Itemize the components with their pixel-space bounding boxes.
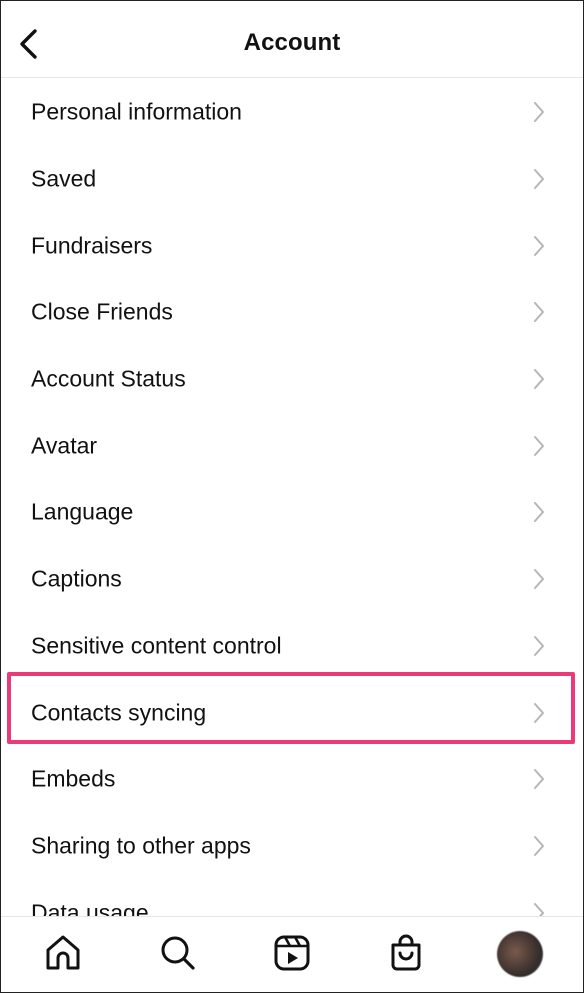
list-item-sharing-to-other-apps[interactable]: Sharing to other apps [1,812,583,879]
chevron-right-icon [534,768,544,789]
list-item-avatar[interactable]: Avatar [1,412,583,479]
list-item-account-status[interactable]: Account Status [1,345,583,412]
chevron-right-icon [534,702,544,723]
list-item-label: Embeds [31,765,116,791]
list-item-captions[interactable]: Captions [1,545,583,612]
tab-search[interactable] [156,931,200,975]
list-item-label: Contacts syncing [31,699,207,725]
chevron-right-icon [534,235,544,256]
chevron-right-icon [534,835,544,856]
list-item-saved[interactable]: Saved [1,145,583,212]
chevron-right-icon [534,501,544,522]
app-frame: Account Personal information Saved Fundr… [0,0,584,993]
page-title: Account [243,29,341,56]
search-icon [161,936,195,970]
bottom-tab-bar [1,916,583,992]
list-item-label: Avatar [31,432,98,458]
home-icon [46,935,80,970]
chevron-right-icon [534,301,544,322]
tab-reels[interactable] [270,931,314,975]
chevron-right-icon [534,168,544,189]
chevron-right-icon [534,635,544,656]
header-bar: Account [1,1,583,78]
list-item-label: Sensitive content control [31,632,282,658]
tab-shop[interactable] [384,931,428,975]
list-item-label: Account Status [31,365,186,391]
chevron-right-icon [534,435,544,456]
list-item-contacts-syncing[interactable]: Contacts syncing [1,679,583,746]
chevron-right-icon [534,568,544,589]
list-item-label: Saved [31,165,97,191]
list-item-embeds[interactable]: Embeds [1,745,583,812]
list-item-label: Sharing to other apps [31,832,251,858]
list-item-label: Data usage [31,899,149,916]
list-item-fundraisers[interactable]: Fundraisers [1,212,583,279]
chevron-right-icon [534,368,544,389]
list-item-label: Fundraisers [31,232,153,258]
list-item-label: Close Friends [31,298,173,324]
chevron-right-icon [534,101,544,122]
list-item-language[interactable]: Language [1,478,583,545]
list-item-label: Captions [31,565,122,591]
chevron-right-icon [534,902,544,916]
reels-icon [274,935,310,971]
settings-list: Personal information Saved Fundraisers C… [1,78,583,916]
tab-home[interactable] [41,931,85,975]
list-item-label: Language [31,498,134,524]
list-item-label: Personal information [31,98,242,124]
list-item-sensitive-content-control[interactable]: Sensitive content control [1,612,583,679]
list-item-personal-information[interactable]: Personal information [1,78,583,145]
list-item-data-usage[interactable]: Data usage [1,879,583,916]
list-item-close-friends[interactable]: Close Friends [1,278,583,345]
shop-icon [391,934,421,971]
profile-avatar[interactable] [497,931,543,977]
